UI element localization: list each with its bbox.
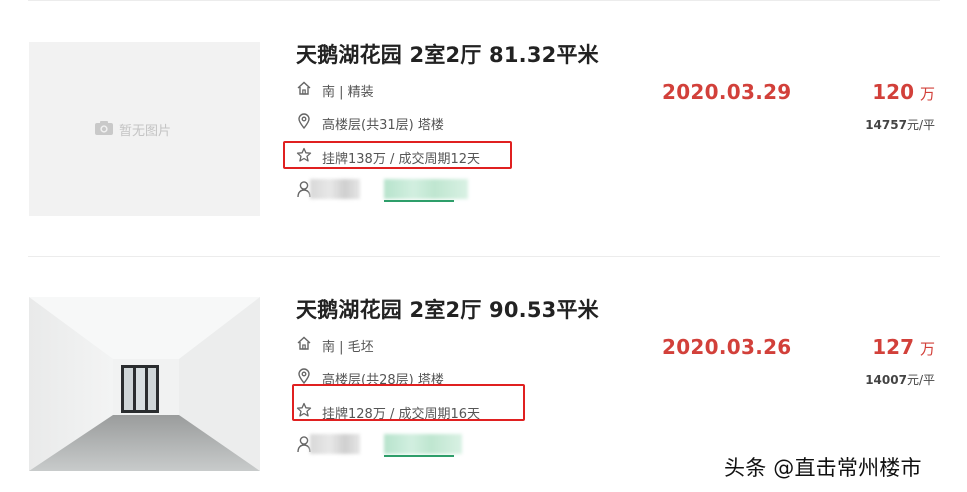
house-icon [296, 80, 312, 100]
watermark-text: 头条 @直击常州楼市 [724, 456, 922, 480]
room-photo [29, 297, 260, 471]
orientation-decoration-text: 南 | 精装 [322, 84, 374, 100]
agent-link-blurred[interactable] [384, 434, 462, 454]
total-price-value: 127 [872, 335, 914, 359]
highlight-box [292, 384, 525, 421]
floor-row: 高楼层(共31层) 塔楼 [296, 113, 444, 133]
orientation-decoration-row: 南 | 精装 [296, 80, 374, 100]
total-price: 120 万 [872, 80, 935, 104]
listing-card[interactable]: 天鹅湖花园 2室2厅 90.53平米 南 | 毛坯 高楼层(共28层) 塔楼 挂… [0, 285, 967, 471]
top-divider [28, 0, 940, 1]
total-price: 127 万 [872, 335, 935, 359]
listing-card[interactable]: 暂无图片 天鹅湖花园 2室2厅 81.32平米 南 | 精装 高楼层(共31层)… [0, 30, 967, 216]
agent-name-blurred [310, 434, 360, 454]
highlight-box [283, 141, 512, 169]
total-price-value: 120 [872, 80, 914, 104]
agent-link-underline [384, 200, 454, 202]
listing-title[interactable]: 天鹅湖花园 2室2厅 90.53平米 [296, 294, 599, 324]
orientation-decoration-row: 南 | 毛坯 [296, 335, 374, 355]
listing-thumbnail[interactable] [29, 297, 260, 471]
house-icon [296, 335, 312, 355]
orientation-decoration-text: 南 | 毛坯 [322, 339, 374, 355]
listing-title[interactable]: 天鹅湖花园 2室2厅 81.32平米 [296, 39, 599, 69]
agent-link-underline [384, 455, 454, 457]
floor-text: 高楼层(共31层) 塔楼 [322, 117, 444, 133]
unit-price: 14757元/平 [865, 116, 935, 133]
listing-thumbnail-placeholder[interactable]: 暂无图片 [29, 42, 260, 216]
total-price-unit: 万 [919, 340, 935, 358]
unit-price: 14007元/平 [865, 371, 935, 388]
listing-divider [28, 256, 940, 257]
unit-price-suffix: 元/平 [906, 118, 935, 132]
unit-price-value: 14007 [865, 373, 907, 387]
unit-price-value: 14757 [865, 118, 907, 132]
no-image-label: 暂无图片 [95, 120, 171, 139]
deal-date: 2020.03.29 [662, 80, 792, 104]
deal-date: 2020.03.26 [662, 335, 792, 359]
camera-icon [95, 120, 113, 139]
agent-link-blurred[interactable] [384, 179, 468, 199]
total-price-unit: 万 [919, 85, 935, 103]
unit-price-suffix: 元/平 [906, 373, 935, 387]
location-pin-icon [296, 113, 312, 133]
agent-name-blurred [310, 179, 360, 199]
